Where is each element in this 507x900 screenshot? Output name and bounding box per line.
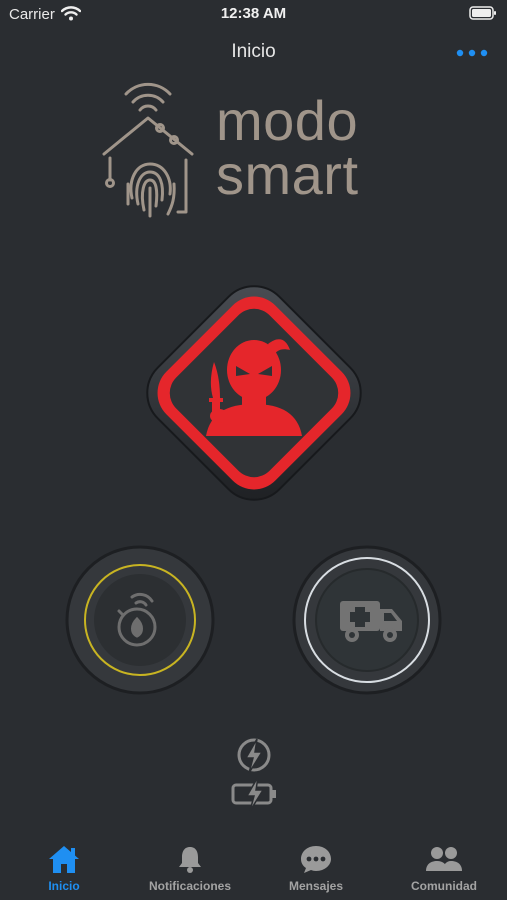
smart-home-logo-icon — [102, 82, 194, 218]
tab-label-comunidad: Comunidad — [411, 879, 477, 893]
page-title: Inicio — [231, 41, 276, 62]
tab-label-mensajes: Mensajes — [288, 879, 344, 893]
logo-word-smart: smart — [216, 143, 359, 206]
tab-notificaciones[interactable]: Notificaciones — [130, 838, 250, 900]
tab-bar: Inicio Notificaciones Mensajes Comunidad — [0, 838, 507, 900]
lightning-circle-icon — [237, 738, 271, 774]
tab-inicio[interactable]: Inicio — [16, 838, 112, 900]
tab-label-notificaciones: Notificaciones — [148, 879, 232, 893]
tab-mensajes[interactable]: Mensajes — [268, 838, 364, 900]
panic-alert-button[interactable] — [114, 258, 394, 528]
clock: 12:38 AM — [220, 5, 287, 22]
home-icon — [49, 846, 79, 873]
logo-word-modo: modo — [216, 89, 359, 152]
tab-label-inicio: Inicio — [48, 879, 80, 893]
more-options-button[interactable] — [455, 42, 489, 64]
chat-bubble-icon — [301, 846, 331, 873]
power-status — [231, 738, 276, 812]
battery-charging-icon — [231, 776, 276, 812]
modo-smart-logo: modo smart — [98, 80, 418, 230]
bell-icon — [179, 847, 201, 873]
more-dots-icon — [456, 49, 488, 57]
tab-comunidad[interactable]: Comunidad — [392, 838, 496, 900]
battery-icon — [469, 6, 496, 20]
people-icon — [426, 847, 462, 871]
status-bar: Carrier 12:38 AM — [0, 0, 507, 30]
fire-alarm-button[interactable] — [65, 545, 215, 695]
ambulance-button[interactable] — [292, 545, 442, 695]
logo-text: modo smart — [216, 89, 359, 206]
